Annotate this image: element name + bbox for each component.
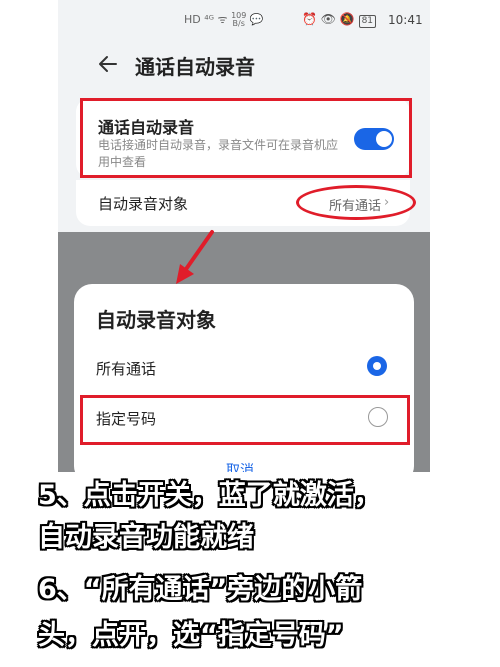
speed-unit: B/s: [232, 19, 245, 28]
dialog-screenshot: 自动录音对象 所有通话 指定号码 取消: [58, 232, 430, 472]
caption-line-3: 6、“所有通话”旁边的小箭: [38, 574, 363, 605]
annotation-arrow-icon: [176, 230, 214, 284]
caption-line-2: 自动录音功能就绪: [38, 522, 254, 553]
network-icons: HD ⁴ᴳ ᯤ 109 B/s 💬: [184, 11, 264, 28]
battery-icon: 81: [358, 15, 377, 28]
back-arrow-icon[interactable]: [96, 52, 120, 76]
caption-line-4: 头，点开，选“指定号码”: [38, 620, 344, 651]
page-title: 通话自动录音: [135, 55, 255, 79]
status-icons: ⏰ 👁 🔕 81: [302, 12, 377, 28]
record-target-label: 自动录音对象: [98, 195, 189, 213]
highlight-box-toggle-row: [80, 98, 412, 178]
dialog-title: 自动录音对象: [96, 308, 216, 332]
caption-line-1: 5、点击开关，蓝了就激活，: [38, 480, 381, 511]
highlight-box-specific-numbers: [80, 395, 410, 445]
status-bar: HD ⁴ᴳ ᯤ 109 B/s 💬 ⏰ 👁 🔕 81 10:41: [58, 0, 430, 40]
clock: 10:41: [388, 13, 423, 27]
radio-dot: [373, 362, 381, 370]
chat-icon: 💬: [249, 13, 264, 26]
cancel-button[interactable]: 取消: [226, 460, 254, 472]
highlight-oval-target-value: [296, 185, 416, 220]
settings-screenshot: HD ⁴ᴳ ᯤ 109 B/s 💬 ⏰ 👁 🔕 81 10:41 通话自动录音 …: [58, 0, 430, 232]
option-all-calls-label[interactable]: 所有通话: [96, 358, 156, 379]
